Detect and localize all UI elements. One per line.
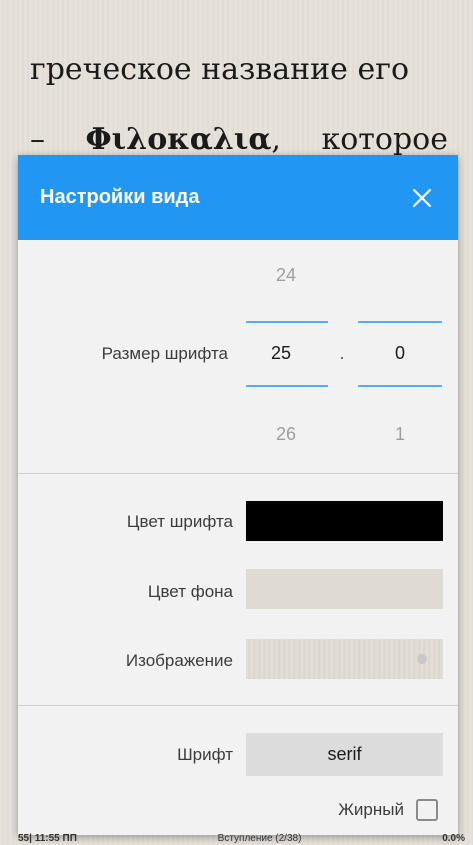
book-text-line: – Φιλοκαλια, которое [30, 122, 448, 157]
dialog-header: Настройки вида [18, 155, 458, 240]
picker-line [246, 385, 328, 387]
font-family-button[interactable]: serif [246, 733, 443, 776]
font-size-int-next[interactable]: 26 [246, 424, 326, 445]
picker-line [358, 321, 442, 323]
divider [18, 705, 458, 706]
book-text: греческое название его [30, 52, 409, 87]
status-bar: 55| 11:55 ПП Вступление (2/38) 0.0% [0, 833, 473, 845]
view-settings-dialog: Настройки вида 24 Размер шрифта 25 . 0 2… [18, 155, 458, 835]
status-chapter: Вступление (2/38) [217, 833, 302, 844]
book-text-line: греческое название его [30, 52, 450, 87]
image-dot-icon [417, 654, 427, 664]
book-dash: – [30, 122, 45, 157]
picker-line [246, 321, 328, 323]
bold-label: Жирный [338, 800, 404, 819]
status-time: 55| 11:55 ПП [18, 833, 77, 844]
font-size-int-input[interactable]: 25 [246, 343, 316, 364]
image-label: Изображение [125, 651, 233, 670]
picker-line [358, 385, 442, 387]
font-size-separator: . [339, 343, 345, 363]
divider [18, 473, 458, 474]
image-swatch[interactable] [246, 639, 443, 679]
dialog-title: Настройки вида [40, 186, 200, 208]
bg-color-swatch[interactable] [246, 569, 443, 609]
font-color-label: Цвет шрифта [126, 512, 233, 531]
font-label: Шрифт [177, 745, 233, 764]
bg-color-label: Цвет фона [147, 582, 233, 601]
book-bold-word: Φιλοκαλια [85, 122, 272, 157]
book-comma: , [271, 122, 281, 157]
font-size-frac-input[interactable]: 0 [358, 343, 442, 364]
font-size-label: Размер шрифта [101, 344, 228, 363]
font-size-int-prev[interactable]: 24 [246, 265, 326, 286]
font-family-value: serif [327, 744, 362, 764]
status-progress: 0.0% [442, 833, 465, 844]
close-icon[interactable] [408, 184, 436, 212]
font-size-frac-next[interactable]: 1 [358, 424, 442, 445]
font-color-swatch[interactable] [246, 501, 443, 541]
book-text: которое [321, 122, 448, 157]
bold-checkbox[interactable] [416, 799, 438, 821]
